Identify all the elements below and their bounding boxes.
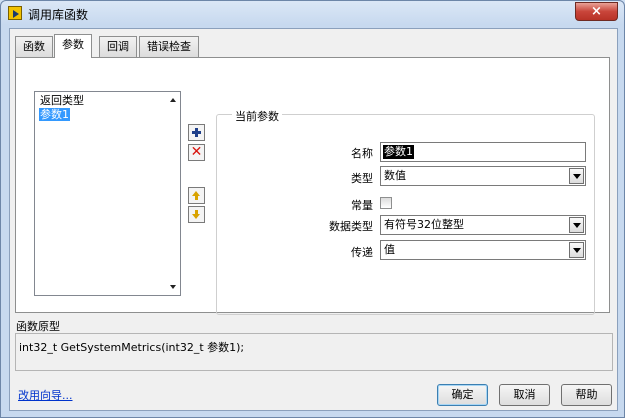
name-value: 参数1 [383,145,414,159]
dialog-window: 调用库函数 × 函数 参数 回调 错误检查 返回类型 参数1 ✕ 当前参数 名称… [0,0,625,418]
name-label: 名称 [351,147,373,160]
switch-to-wizard-link[interactable]: 改用向导... [18,387,73,403]
const-checkbox[interactable] [380,197,392,209]
close-button[interactable]: × [575,2,618,21]
button-label: 帮助 [575,388,598,401]
cancel-button[interactable]: 取消 [499,384,550,406]
type-label: 类型 [351,172,373,185]
tab-label: 参数 [62,38,84,51]
scroll-up-icon[interactable] [170,98,176,102]
tab-function[interactable]: 函数 [15,36,53,57]
chevron-down-icon [573,174,581,179]
close-icon: × [591,4,602,19]
parameter-listbox[interactable]: 返回类型 参数1 [34,91,181,296]
delete-x-icon: ✕ [190,144,203,160]
parameters-tab-panel: 返回类型 参数1 ✕ 当前参数 名称 参数1 类型 数值 常量 数据类型 有符号… [15,57,610,315]
move-down-button[interactable] [188,206,205,223]
button-label: 确定 [451,388,474,401]
pass-label: 传递 [351,246,373,259]
tab-callbacks[interactable]: 回调 [99,36,137,57]
type-value: 数值 [384,169,406,182]
window-title: 调用库函数 [28,8,89,22]
tab-parameters[interactable]: 参数 [54,34,92,58]
tab-label: 函数 [23,40,45,53]
dropdown-button[interactable] [569,168,584,184]
type-select[interactable]: 数值 [380,166,586,186]
labview-app-icon [8,6,22,20]
listbox-scrollbar[interactable] [166,92,180,295]
prototype-label: 函数原型 [16,320,60,333]
datatype-select[interactable]: 有符号32位整型 [380,215,586,235]
ok-button[interactable]: 确定 [437,384,488,406]
datatype-value: 有符号32位整型 [384,218,464,231]
tab-error-checking[interactable]: 错误检查 [139,36,199,57]
prototype-text: int32_t GetSystemMetrics(int32_t 参数1); [19,341,245,354]
const-label: 常量 [351,199,373,212]
chevron-down-icon [573,248,581,253]
prototype-box: int32_t GetSystemMetrics(int32_t 参数1); [15,333,613,371]
name-input[interactable]: 参数1 [380,142,586,162]
help-button[interactable]: 帮助 [561,384,612,406]
add-parameter-button[interactable] [188,124,205,141]
group-title: 当前参数 [232,108,282,124]
arrow-up-icon [192,191,201,200]
delete-parameter-button[interactable]: ✕ [188,144,205,161]
pass-select[interactable]: 值 [380,240,586,260]
pass-value: 值 [384,243,395,256]
arrow-down-icon [192,210,201,219]
list-item-label: 参数1 [40,108,69,121]
datatype-label: 数据类型 [329,220,373,233]
dropdown-button[interactable] [569,242,584,258]
list-item-param1[interactable]: 参数1 [39,108,70,121]
tab-label: 回调 [107,40,129,53]
button-label: 取消 [513,388,536,401]
list-item-label: 返回类型 [40,94,84,107]
dialog-client-area: 函数 参数 回调 错误检查 返回类型 参数1 ✕ 当前参数 名称 参数1 类型 … [9,28,618,411]
title-bar[interactable]: 调用库函数 × [1,1,624,25]
move-up-button[interactable] [188,187,205,204]
dropdown-button[interactable] [569,217,584,233]
scroll-down-icon[interactable] [170,285,176,289]
chevron-down-icon [573,223,581,228]
list-item-return-type[interactable]: 返回类型 [39,94,85,107]
tab-label: 错误检查 [147,40,191,53]
